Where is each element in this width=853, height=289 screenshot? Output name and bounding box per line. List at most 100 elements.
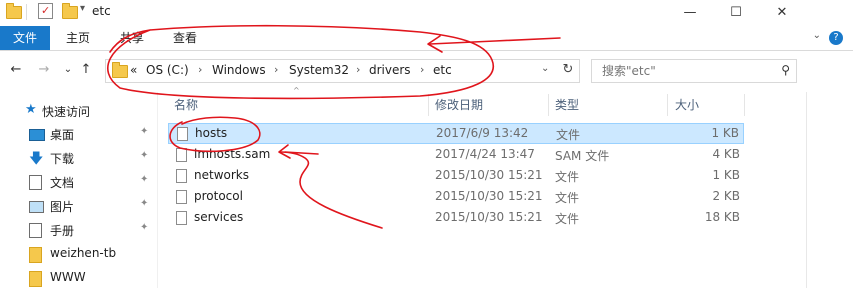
sidebar-item-weizhen-tb[interactable]: weizhen-tb — [0, 243, 158, 265]
toolbar-divider — [26, 4, 27, 20]
collapse-ribbon-icon[interactable]: ⌄ — [813, 30, 821, 41]
pin-icon: ✦ — [140, 198, 149, 209]
chevron-right-icon[interactable]: › — [420, 63, 424, 76]
customize-toolbar-icon[interactable]: ▾ — [80, 3, 85, 19]
file-row-networks[interactable]: networks 2015/10/30 15:21 文件 1 KB — [168, 166, 744, 187]
ribbon-tabs: 文件 主页 共享 查看 ⌄ ? — [0, 26, 853, 51]
file-modified: 2015/10/30 15:21 — [435, 210, 543, 224]
download-icon: 🡇 — [29, 151, 44, 167]
tab-view[interactable]: 查看 — [173, 26, 197, 50]
sidebar-item-downloads[interactable]: 🡇 下载 ✦ — [0, 147, 158, 169]
breadcrumb-item[interactable]: drivers — [369, 63, 411, 77]
file-size: 2 KB — [712, 189, 740, 203]
folder-icon — [29, 223, 42, 238]
file-modified: 2017/6/9 13:42 — [436, 126, 529, 140]
column-type[interactable]: 类型 — [555, 96, 579, 113]
minimize-button[interactable]: — — [667, 0, 713, 24]
file-icon — [176, 211, 187, 225]
forward-button[interactable]: → — [36, 60, 52, 80]
sidebar-item-label: 下载 — [50, 152, 75, 166]
back-button[interactable]: ← — [8, 60, 24, 80]
column-divider[interactable] — [428, 94, 429, 116]
sidebar-item-label: WWW — [50, 270, 86, 284]
file-name: lmhosts.sam — [194, 147, 271, 161]
folder-icon — [29, 271, 42, 287]
file-size: 4 KB — [712, 147, 740, 161]
star-icon: ★ — [25, 102, 37, 117]
chevron-right-icon[interactable]: › — [274, 63, 278, 76]
column-name[interactable]: 名称 — [174, 96, 198, 113]
tab-share[interactable]: 共享 — [120, 26, 144, 50]
refresh-button[interactable]: ↻ — [559, 62, 577, 77]
file-modified: 2015/10/30 15:21 — [435, 168, 543, 182]
sidebar-item-label: 快速访问 — [42, 105, 91, 119]
address-bar[interactable]: « OS (C:) › Windows › System32 › drivers… — [105, 59, 580, 83]
file-type: SAM 文件 — [555, 149, 610, 163]
pane-divider[interactable] — [157, 92, 158, 288]
breadcrumb-item[interactable]: OS (C:) — [146, 63, 189, 77]
file-modified: 2015/10/30 15:21 — [435, 189, 543, 203]
title-bar: ✓ ▾ etc — ☐ ✕ — [0, 0, 853, 24]
file-icon — [176, 169, 187, 183]
document-icon — [29, 175, 42, 190]
pin-icon: ✦ — [140, 222, 149, 233]
file-name: protocol — [194, 189, 243, 203]
tab-file[interactable]: 文件 — [0, 26, 50, 50]
sidebar-item-documents[interactable]: 文档 ✦ — [0, 171, 158, 193]
tab-home[interactable]: 主页 — [66, 26, 90, 50]
window-right-edge — [806, 92, 807, 288]
sidebar-item-quick-access[interactable]: ★ 快速访问 — [0, 100, 158, 122]
file-row-hosts[interactable]: hosts 2017/6/9 13:42 文件 1 KB — [168, 123, 744, 144]
search-box[interactable]: ⚲ — [591, 59, 797, 83]
recent-locations-button[interactable]: ⌄ — [60, 60, 76, 80]
file-size: 1 KB — [711, 126, 739, 140]
up-button[interactable]: ↑ — [78, 60, 94, 80]
pin-icon: ✦ — [140, 150, 149, 161]
search-icon[interactable]: ⚲ — [781, 63, 790, 77]
sidebar-item-www[interactable]: WWW — [0, 267, 158, 289]
file-type: 文件 — [555, 191, 580, 205]
chevron-down-icon[interactable]: ⌄ — [541, 63, 549, 74]
breadcrumb-item-current[interactable]: etc — [433, 63, 452, 77]
file-type: 文件 — [555, 170, 580, 184]
chevron-right-icon[interactable]: › — [198, 63, 202, 76]
file-row-lmhosts[interactable]: lmhosts.sam 2017/4/24 13:47 SAM 文件 4 KB — [168, 145, 744, 166]
search-input[interactable] — [600, 63, 774, 79]
file-name: networks — [194, 168, 249, 182]
folder-icon — [29, 247, 42, 263]
close-button[interactable]: ✕ — [759, 0, 805, 24]
column-divider[interactable] — [548, 94, 549, 116]
file-size: 1 KB — [712, 168, 740, 182]
file-row-protocol[interactable]: protocol 2015/10/30 15:21 文件 2 KB — [168, 187, 744, 208]
maximize-button[interactable]: ☐ — [713, 0, 759, 24]
file-name: services — [194, 210, 244, 224]
column-divider[interactable] — [744, 94, 745, 116]
sidebar-item-pictures[interactable]: 图片 ✦ — [0, 195, 158, 217]
help-icon[interactable]: ? — [829, 31, 843, 45]
pin-icon: ✦ — [140, 174, 149, 185]
file-icon — [177, 127, 188, 141]
sidebar-item-label: 文档 — [50, 176, 75, 190]
file-type: 文件 — [555, 212, 580, 226]
navigation-bar: ← → ⌄ ↑ « OS (C:) › Windows › System32 ›… — [0, 56, 853, 84]
desktop-icon — [29, 129, 45, 141]
navigation-pane: ★ 快速访问 桌面 ✦ 🡇 下载 ✦ 文档 ✦ 图片 ✦ 手册 ✦ weizhe… — [0, 92, 158, 288]
file-row-services[interactable]: services 2015/10/30 15:21 文件 18 KB — [168, 208, 744, 229]
column-size[interactable]: 大小 — [675, 96, 699, 113]
file-modified: 2017/4/24 13:47 — [435, 147, 535, 161]
sidebar-item-manual[interactable]: 手册 ✦ — [0, 219, 158, 241]
breadcrumb-item[interactable]: System32 — [289, 63, 349, 77]
column-header: 名称 修改日期 类型 大小 — [168, 94, 808, 116]
breadcrumb-overflow[interactable]: « — [130, 63, 137, 77]
column-modified[interactable]: 修改日期 — [435, 96, 483, 113]
pin-icon: ✦ — [140, 126, 149, 137]
file-icon — [176, 190, 187, 204]
chevron-right-icon[interactable]: › — [356, 63, 360, 76]
sidebar-item-label: 图片 — [50, 200, 75, 214]
picture-icon — [29, 201, 44, 213]
properties-icon[interactable]: ✓ — [38, 3, 53, 19]
file-name: hosts — [195, 126, 228, 140]
column-divider[interactable] — [667, 94, 668, 116]
breadcrumb-item[interactable]: Windows — [212, 63, 266, 77]
sidebar-item-desktop[interactable]: 桌面 ✦ — [0, 123, 158, 145]
